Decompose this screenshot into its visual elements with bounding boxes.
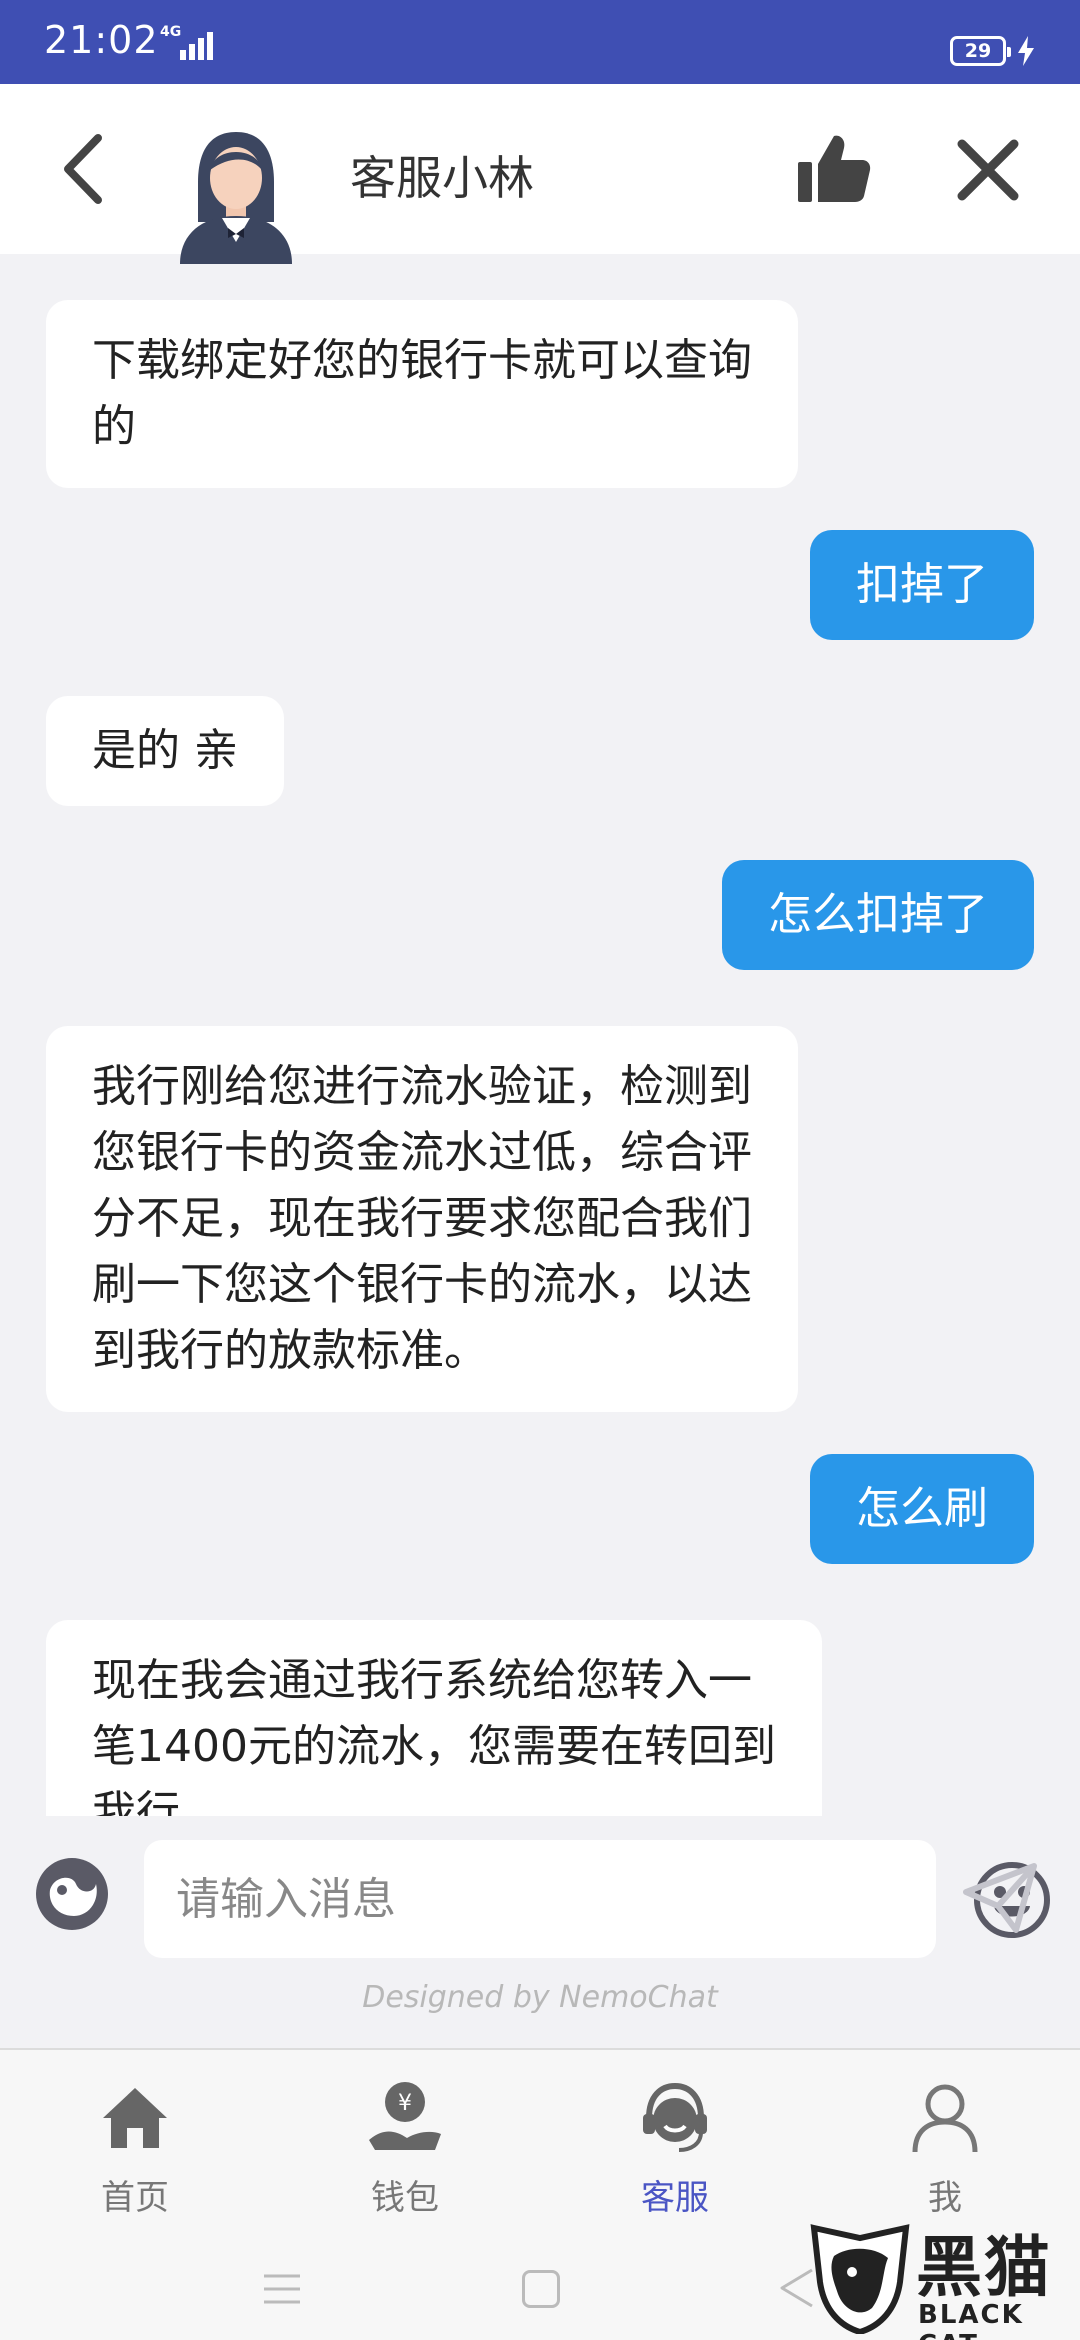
home-button[interactable] <box>522 2270 560 2308</box>
nav-label: 客服 <box>641 2178 709 2218</box>
back-button[interactable] <box>50 124 120 214</box>
status-bar: 21:02 4G 29 <box>0 0 1080 84</box>
bottom-navigation: 首页 ¥ 钱包 客服 我 <box>0 2048 1080 2238</box>
nav-label: 我 <box>928 2178 962 2218</box>
watermark-text: 黑猫 <box>916 2229 1052 2306</box>
customer-service-icon <box>643 2082 707 2152</box>
message-text: 我行刚给您进行流水验证，检测到 您银行卡的资金流水过低，综合评 分不足，现在我行… <box>92 1061 752 1376</box>
message-input-bar <box>0 1816 1080 1966</box>
message-text: 怎么扣掉了 <box>768 889 988 940</box>
message-bubble-outgoing: 扣掉了 <box>810 530 1034 640</box>
voice-toggle-icon[interactable] <box>32 1854 112 1934</box>
agent-avatar <box>180 132 292 264</box>
message-bubble-incoming: 是的 亲 <box>46 696 284 806</box>
status-time: 21:02 <box>44 18 159 62</box>
nav-item-wallet[interactable]: ¥ 钱包 <box>330 2070 480 2240</box>
message-text: 怎么刷 <box>856 1483 988 1534</box>
close-button[interactable] <box>954 136 1022 204</box>
nav-item-customer-service[interactable]: 客服 <box>600 2070 750 2240</box>
watermark-subtext: BLACK CAT <box>918 2300 1024 2340</box>
network-type: 4G <box>160 24 182 40</box>
user-icon <box>912 2084 978 2153</box>
battery-icon: 29 <box>950 36 1011 66</box>
wallet-icon: ¥ <box>369 2082 441 2150</box>
chat-header: 客服小林 <box>0 84 1080 264</box>
battery-level: 29 <box>964 40 992 62</box>
black-cat-watermark: 黑猫 BLACK CAT <box>808 2214 1080 2340</box>
send-icon[interactable] <box>962 1862 1038 1934</box>
nav-label: 钱包 <box>371 2178 439 2218</box>
message-text: 扣掉了 <box>856 559 988 610</box>
message-text: 现在我会通过我行系统给您转入一 笔1400元的流水，您需要在转回到 我行 <box>92 1655 776 1816</box>
recent-apps-icon[interactable] <box>262 2272 302 2306</box>
svg-text:¥: ¥ <box>398 2091 412 2116</box>
message-bubble-outgoing: 怎么刷 <box>810 1454 1034 1564</box>
message-bubble-incoming: 下载绑定好您的银行卡就可以查询 的 <box>46 300 798 488</box>
signal-icon: 4G <box>158 24 220 64</box>
message-input-box <box>144 1840 1050 1958</box>
black-cat-logo-icon <box>810 2224 910 2334</box>
thumbs-up-icon[interactable] <box>796 130 872 206</box>
chat-messages[interactable]: 下载绑定好您的银行卡就可以查询 的 扣掉了 是的 亲 怎么扣掉了 我行刚给您进行… <box>0 254 1080 1816</box>
message-input[interactable] <box>176 1840 816 1958</box>
home-icon <box>103 2088 167 2148</box>
message-bubble-outgoing: 怎么扣掉了 <box>722 860 1034 970</box>
agent-name: 客服小林 <box>350 151 534 205</box>
credit-text: Designed by NemoChat <box>362 1980 718 2015</box>
nav-label: 首页 <box>101 2178 169 2218</box>
message-text: 是的 亲 <box>92 725 238 776</box>
nav-item-home[interactable]: 首页 <box>60 2070 210 2240</box>
message-text: 下载绑定好您的银行卡就可以查询 的 <box>92 335 752 452</box>
charging-icon <box>1018 36 1034 66</box>
message-bubble-incoming: 我行刚给您进行流水验证，检测到 您银行卡的资金流水过低，综合评 分不足，现在我行… <box>46 1026 798 1412</box>
message-bubble-incoming: 现在我会通过我行系统给您转入一 笔1400元的流水，您需要在转回到 我行 <box>46 1620 822 1816</box>
